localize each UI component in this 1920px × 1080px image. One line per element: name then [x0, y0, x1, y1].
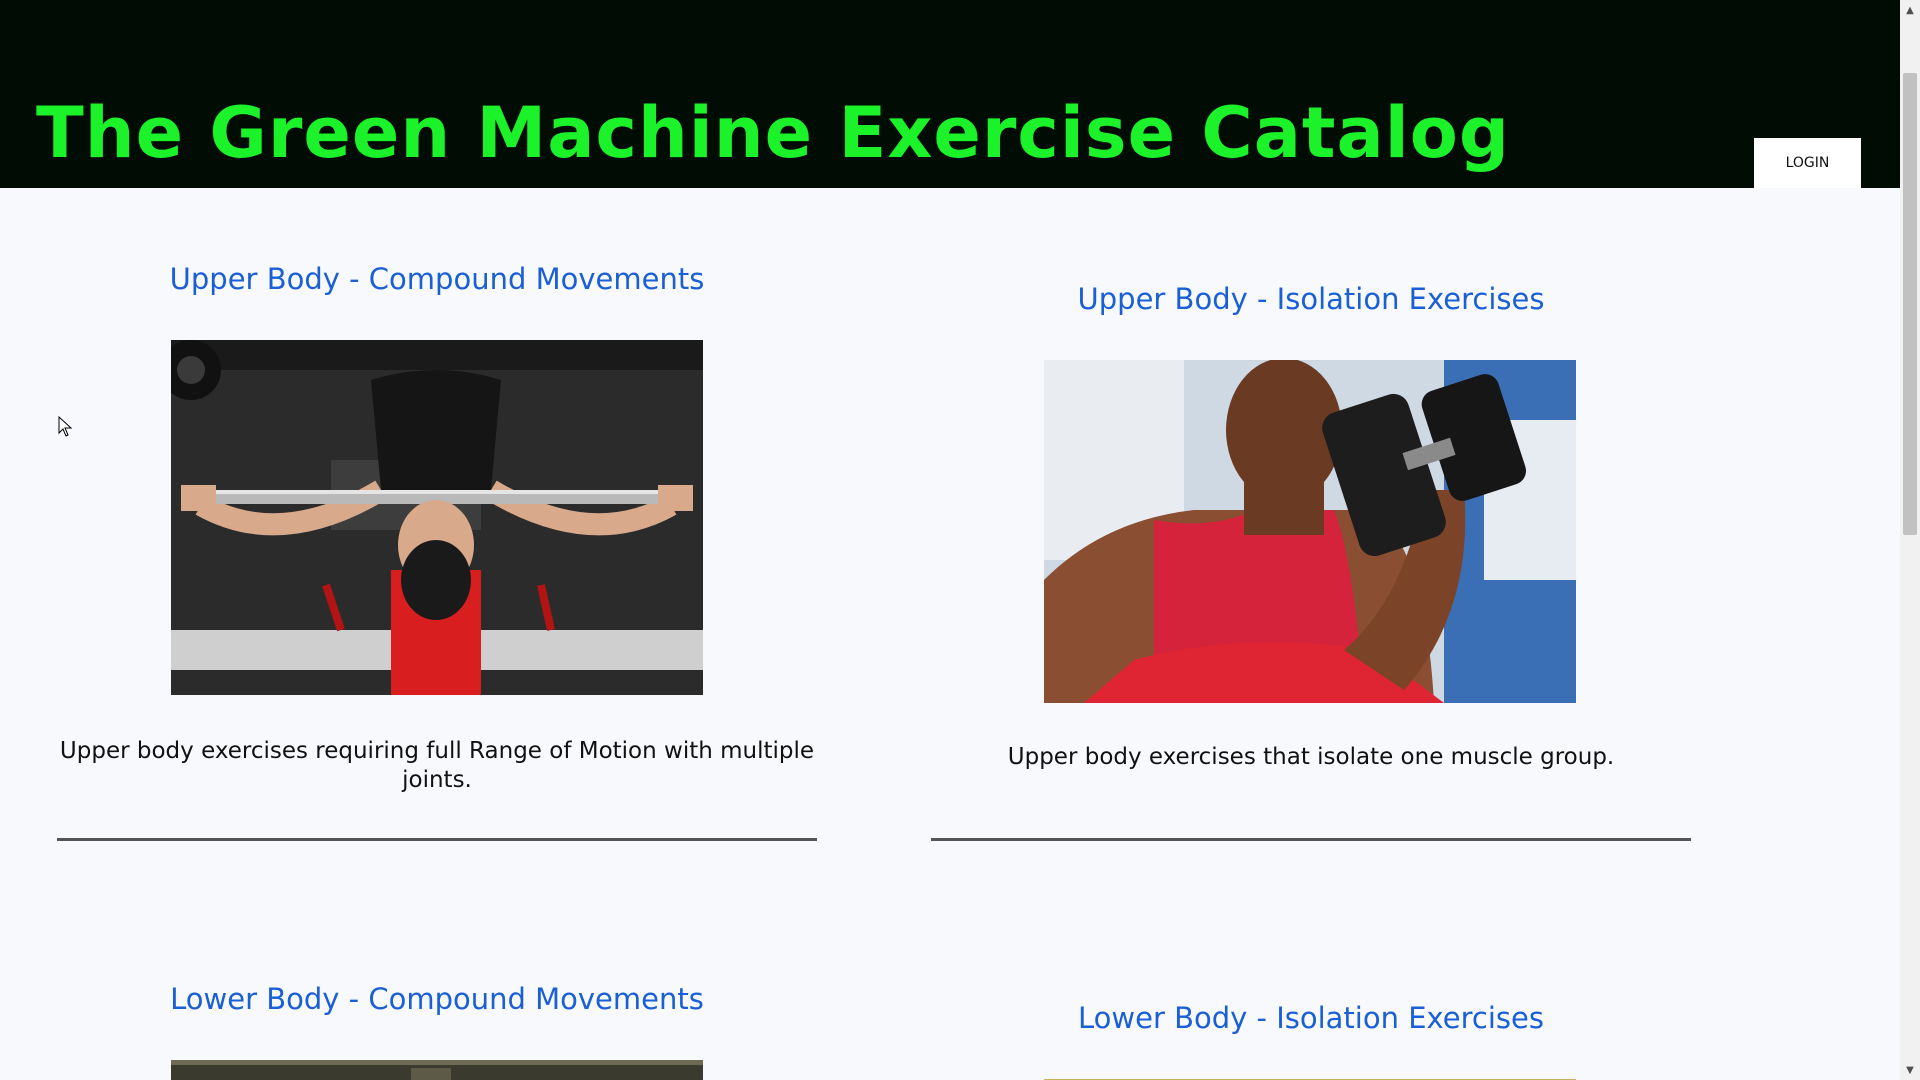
- scrollbar-thumb[interactable]: [1903, 73, 1917, 535]
- category-link-upper-isolation[interactable]: Upper Body - Isolation Exercises: [931, 279, 1691, 319]
- scroll-down-arrow-icon[interactable]: ▼: [1900, 1060, 1920, 1080]
- dumbbell-curl-image[interactable]: [1044, 360, 1576, 703]
- lower-body-compound-image[interactable]: [171, 1060, 703, 1080]
- category-card-upper-compound: Upper Body - Compound Movements Upper bo…: [57, 259, 817, 841]
- page-viewport: The Green Machine Exercise Catalog LOGIN…: [0, 0, 1900, 1080]
- category-link-lower-compound[interactable]: Lower Body - Compound Movements: [57, 979, 817, 1019]
- bench-press-image[interactable]: [171, 340, 703, 695]
- site-header: The Green Machine Exercise Catalog LOGIN: [0, 0, 1900, 188]
- category-card-lower-compound: Lower Body - Compound Movements: [57, 979, 817, 1080]
- scroll-up-arrow-icon[interactable]: ▲: [1900, 0, 1920, 20]
- mouse-cursor-icon: [58, 416, 73, 437]
- category-link-lower-isolation[interactable]: Lower Body - Isolation Exercises: [931, 998, 1691, 1038]
- category-description-upper-compound: Upper body exercises requiring full Rang…: [59, 738, 815, 793]
- divider: [57, 838, 817, 841]
- category-card-lower-isolation: Lower Body - Isolation Exercises: [931, 998, 1691, 1080]
- category-card-upper-isolation: Upper Body - Isolation Exercises Upper b…: [931, 279, 1691, 841]
- divider: [931, 838, 1691, 841]
- login-button[interactable]: LOGIN: [1754, 138, 1861, 188]
- category-description-upper-isolation: Upper body exercises that isolate one mu…: [1007, 744, 1615, 770]
- vertical-scrollbar[interactable]: ▲ ▼: [1900, 0, 1920, 1080]
- category-link-upper-compound[interactable]: Upper Body - Compound Movements: [57, 259, 817, 299]
- site-title: The Green Machine Exercise Catalog: [36, 92, 1510, 174]
